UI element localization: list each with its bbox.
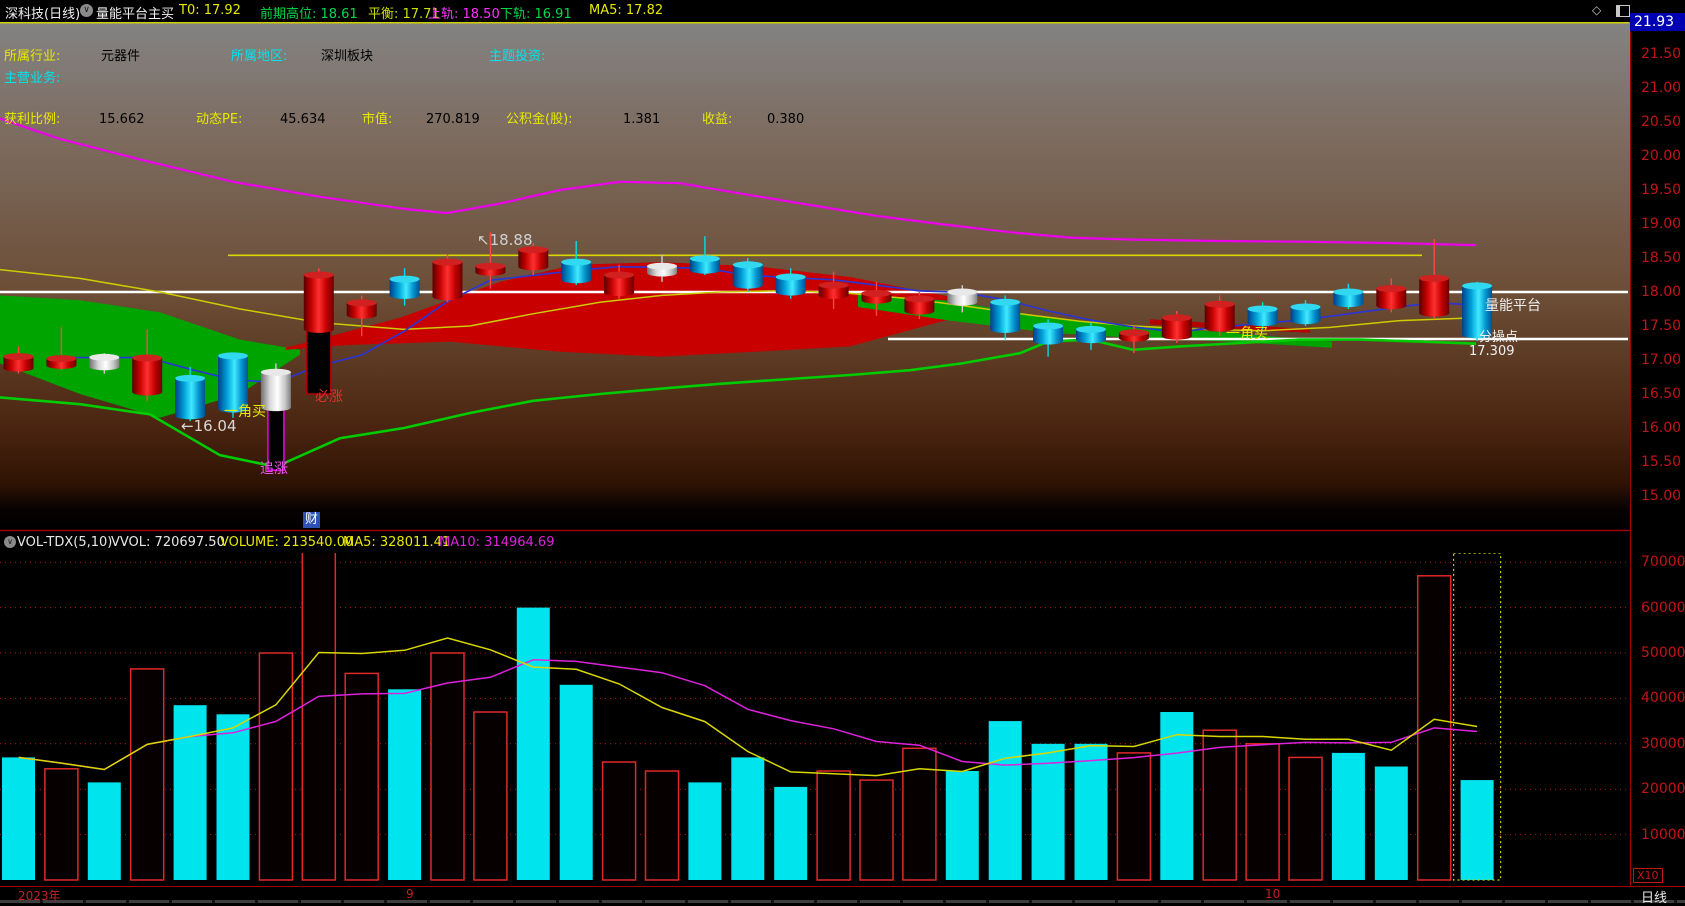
volume-pane-header: ∨ VOL-TDX(5,10) VVOL: 720697.50 VOLUME: 21… <box>0 532 1630 553</box>
info-row0-item2: 所属地区: <box>231 49 288 64</box>
volume-tick-label: 40000 <box>1641 690 1685 707</box>
price-tick-label: 19.00 <box>1641 216 1682 232</box>
volume-tick-label: 60000 <box>1641 599 1685 616</box>
info-row0-item4: 主题投资: <box>489 49 546 64</box>
vol-header-seg-4: MA10: 314964.69 <box>439 535 555 550</box>
svg-text:←16.04: ←16.04 <box>181 417 237 435</box>
title-field-5: MA5: 17.82 <box>589 3 664 18</box>
month-label-10: 10 <box>1265 887 1281 901</box>
title-bar: 深科技(日线) ∨ 量能平台主买 ◇ T0: 17.92 前期高位: 18.61 平… <box>0 0 1685 22</box>
chart-canvas: ↖18.88一角买←16.04必涨追涨量能平台分操点17.309一角买 <box>0 22 1685 899</box>
price-tick-label: 15.00 <box>1641 488 1682 504</box>
svg-text:17.309: 17.309 <box>1469 344 1515 359</box>
title-field-3: 上轨: 18.50 <box>428 7 500 22</box>
volume-tick-label: 30000 <box>1641 735 1685 752</box>
vol-header-seg-3: MA5: 328011.41 <box>343 535 451 550</box>
title-field-1: 前期高位: 18.61 <box>260 7 358 22</box>
financial-report-marker[interactable]: 财 <box>303 512 321 528</box>
info-row2-item5: 270.819 <box>426 112 480 127</box>
price-tick-label: 16.50 <box>1641 386 1682 402</box>
title-field-0: T0: 17.92 <box>179 3 241 18</box>
volume-tick-label: 70000 <box>1641 554 1685 571</box>
indicator-dropdown-icon[interactable]: ∨ <box>80 4 93 17</box>
info-row2-item7: 1.381 <box>623 112 661 127</box>
info-row1-item0: 主营业务: <box>4 71 61 86</box>
month-label-9: 9 <box>406 887 414 901</box>
svg-text:追涨: 追涨 <box>260 461 288 477</box>
price-tick-label: 17.50 <box>1641 318 1682 334</box>
volume-tick-label: 10000 <box>1641 826 1685 843</box>
trading-app-window: { "title_bar": { "stock_name": "深科技(日线)"… <box>0 0 1685 906</box>
info-row2-item9: 0.380 <box>767 112 805 127</box>
time-axis: 2023年 9 10 <box>0 886 1685 903</box>
vol-header-seg-0[interactable]: VOL-TDX(5,10) <box>17 535 112 550</box>
title-field-4: 下轨: 16.91 <box>500 7 572 22</box>
vol-header-seg-2: VOLUME: 213540.00 <box>220 535 354 550</box>
stock-name: 深科技(日线) <box>5 7 81 22</box>
svg-text:一角买: 一角买 <box>1226 326 1268 342</box>
current-price-badge: 21.93 <box>1630 13 1685 31</box>
volume-indicator-dropdown-icon[interactable]: ∨ <box>4 536 16 548</box>
info-row2-item2: 动态PE: <box>196 112 243 127</box>
period-label[interactable]: 日线 <box>1641 887 1667 906</box>
volume-tick-label: 20000 <box>1641 781 1685 798</box>
info-row2-item8: 收益: <box>702 112 733 127</box>
price-tick-label: 21.00 <box>1641 80 1682 96</box>
price-tick-label: 19.50 <box>1641 182 1682 198</box>
year-label: 2023年 <box>18 889 61 903</box>
info-row2-item3: 45.634 <box>280 112 326 127</box>
info-row0-item0: 所属行业: <box>4 49 61 64</box>
svg-text:↖18.88: ↖18.88 <box>477 231 533 249</box>
info-row2-item6: 公积金(股): <box>506 112 573 127</box>
price-tick-label: 17.00 <box>1641 352 1682 368</box>
info-row0-item3: 深圳板块 <box>321 49 374 64</box>
info-row0-item1: 元器件 <box>101 49 141 64</box>
volume-unit-toggle[interactable]: X10 <box>1633 868 1663 883</box>
svg-text:分操点: 分操点 <box>1479 329 1518 345</box>
indicator-selector[interactable]: 量能平台主买 <box>96 3 174 22</box>
diamond-icon[interactable]: ◇ <box>1592 3 1601 17</box>
price-tick-label: 16.00 <box>1641 420 1682 436</box>
vol-header-seg-1: VVOL: 720697.50 <box>111 535 225 550</box>
info-row2-item4: 市值: <box>362 112 393 127</box>
price-tick-label: 18.50 <box>1641 250 1682 266</box>
svg-text:必涨: 必涨 <box>315 389 343 405</box>
layout-icon[interactable] <box>1616 5 1630 17</box>
info-row2-item1: 15.662 <box>99 112 145 127</box>
price-tick-label: 18.00 <box>1641 284 1682 300</box>
price-tick-label: 20.50 <box>1641 114 1682 130</box>
volume-tick-label: 50000 <box>1641 645 1685 661</box>
price-tick-label: 15.50 <box>1641 454 1682 470</box>
info-row2-item0: 获利比例: <box>4 112 61 127</box>
price-tick-label: 21.50 <box>1641 46 1682 62</box>
svg-text:量能平台: 量能平台 <box>1485 298 1541 314</box>
price-tick-label: 20.00 <box>1641 148 1682 164</box>
